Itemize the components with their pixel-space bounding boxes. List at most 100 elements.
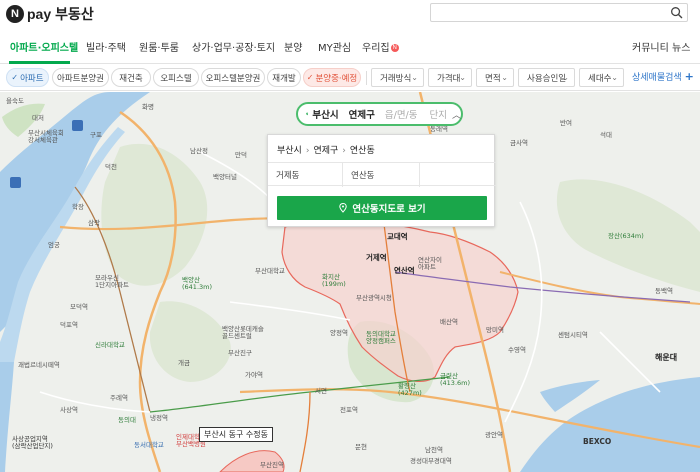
map-label-namsan: 남산정	[190, 147, 208, 155]
map-label-busanjin-gu: 부산진구	[228, 349, 252, 357]
chevron-down-icon: ⌄	[459, 73, 466, 82]
map-label-sasang-industrial: 사상공업지역 (삼락산업단지)	[12, 435, 53, 451]
chip-apt-presale-right[interactable]: 아파트분양권	[52, 68, 109, 87]
map-label-gupo: 구포	[90, 131, 102, 139]
dropdown-households[interactable]: 세대수 ⌄	[579, 68, 624, 87]
chip-presale-upcoming-label: 분양중·예정	[315, 73, 358, 84]
chip-apartment[interactable]: ✓ 아파트	[6, 68, 49, 87]
chevron-down-icon: ⌄	[411, 73, 418, 82]
dong-list: 거제동 연산동	[268, 162, 496, 187]
chevron-up-icon[interactable]: ︿	[452, 108, 461, 121]
dropdown-trade-type-label: 거래방식	[380, 73, 412, 84]
nav-our-home-label: 우리집	[362, 43, 390, 54]
breadcrumb-district[interactable]: 연제구	[313, 146, 338, 156]
check-icon: ✓	[11, 73, 19, 82]
filter-divider	[366, 71, 367, 85]
dropdown-price-label: 가격대	[437, 73, 461, 84]
region-selector[interactable]: 부산시 연제구 읍/면/동 단지 ︿	[296, 102, 463, 126]
map-label-yeonsan-apt: 연산자이 아파트	[418, 256, 442, 272]
view-dong-map-label: 연산동지도로 보기	[352, 204, 426, 215]
chip-reconstruction[interactable]: 재건축	[111, 68, 151, 87]
chip-officetel-presale-right[interactable]: 오피스텔분양권	[201, 68, 265, 87]
plus-icon: +	[684, 70, 694, 83]
breadcrumb-dong[interactable]: 연산동	[350, 146, 375, 156]
chevron-down-icon: ⌄	[501, 73, 508, 82]
dong-item-yeonsan[interactable]: 연산동	[342, 163, 419, 187]
search-icon[interactable]	[670, 6, 683, 19]
dropdown-area[interactable]: 면적 ⌄	[476, 68, 514, 87]
top-header: N pay 부동산	[0, 0, 700, 28]
detail-search-link[interactable]: 상세매물검색 +	[632, 70, 694, 83]
dropdown-price[interactable]: 가격대 ⌄	[428, 68, 472, 87]
dropdown-households-label: 세대수	[588, 73, 612, 84]
nav-oneroom-tworoom[interactable]: 원룸·투룸	[139, 39, 179, 54]
map-label-moraeushin: 모라우신 1단지아파트	[95, 274, 130, 290]
nav-news[interactable]: 뉴스	[672, 39, 690, 54]
map-label-hwangnyeong: 황령산 (427m)	[398, 382, 422, 398]
map-label-geumnyeon: 금련산 (413.6m)	[440, 372, 471, 388]
map-label-yangjeong: 양정역	[330, 329, 348, 337]
map-label-kyungsung: 경성대부경대역	[410, 457, 452, 465]
dropdown-approval-date[interactable]: 사용승인일 ⌄	[518, 68, 575, 87]
map-label-gaegeum: 개금	[178, 359, 190, 367]
map-label-daejeo: 대저	[32, 114, 44, 122]
nav-apt-officetel[interactable]: 아파트·오피스텔	[10, 39, 78, 54]
map-label-bexco: BEXCO	[583, 437, 612, 446]
map-label-baesan: 배산역	[440, 318, 458, 326]
region-dropdown-panel: 부산시 › 연제구 › 연산동 거제동 연산동 연산동지도로 보기	[267, 134, 496, 227]
map-label-jangsan: 장산(634m)	[608, 232, 644, 240]
map-label-city-hall: 부산광역시청	[356, 294, 392, 302]
naver-pay-logo[interactable]: N pay 부동산	[6, 4, 94, 24]
nav-my-interest[interactable]: MY관심	[318, 39, 351, 54]
map-label-gwangan: 광안역	[485, 431, 503, 439]
chevron-down-icon: ⌄	[562, 73, 569, 82]
breadcrumb-city[interactable]: 부산시	[277, 146, 302, 156]
region-city[interactable]: 부산시	[312, 107, 338, 121]
new-badge: N	[390, 44, 399, 52]
region-district[interactable]: 연제구	[349, 107, 375, 121]
region-complex-tab[interactable]: 단지	[430, 107, 447, 121]
map-label-banyeo: 반여	[560, 119, 572, 127]
map-label-haeundae: 해운대	[655, 353, 678, 362]
map-label-mangmi: 망미역	[486, 326, 504, 334]
dropdown-trade-type[interactable]: 거래방식 ⌄	[371, 68, 424, 87]
nav-our-home[interactable]: 우리집 N	[362, 39, 399, 54]
breadcrumb-separator-icon: ›	[342, 146, 346, 156]
location-pin-icon	[306, 112, 309, 116]
map-label-munhyeon: 문현	[355, 443, 367, 451]
region-dong-tab[interactable]: 읍/면/동	[385, 107, 418, 121]
nav-presale[interactable]: 분양	[284, 39, 302, 54]
chip-apartment-label: 아파트	[20, 73, 44, 84]
chip-presale-upcoming[interactable]: ✓ 분양중·예정	[303, 68, 361, 87]
map-label-hwamyeong: 화명	[142, 103, 154, 111]
map-label-busan-sports: 부산시체육회 강서체육관	[28, 129, 64, 145]
detail-search-label: 상세매물검색	[632, 73, 682, 83]
view-dong-map-button[interactable]: 연산동지도로 보기	[277, 196, 487, 220]
dong-item-geoje[interactable]: 거제동	[268, 163, 342, 187]
map-label-dongeui-yangjeong: 동의대학교 양정캠퍼스	[366, 330, 396, 346]
map-label-hakjang: 학장	[72, 203, 84, 211]
map-label-baekyang-tunnel: 백양터널	[213, 173, 237, 181]
nav-active-underline	[9, 61, 70, 64]
map-label-seomyeon: 서면	[315, 387, 327, 395]
logo-n-mark: N	[6, 5, 24, 23]
chip-redevelopment[interactable]: 재개발	[267, 68, 301, 87]
search-input[interactable]	[431, 8, 661, 25]
map-label-gyodae: 교대역	[387, 232, 408, 241]
chip-officetel[interactable]: 오피스텔	[153, 68, 199, 87]
location-pin-icon	[339, 203, 348, 213]
main-nav: 아파트·오피스텔 빌라·주택 원룸·투룸 상가·업무·공장·토지 분양 MY관심…	[0, 30, 700, 64]
nav-store-office-land[interactable]: 상가·업무·공장·토지	[192, 39, 275, 54]
map-label-eulsukdo: 을숙도	[6, 97, 24, 105]
map-label-jurye: 주례역	[110, 394, 128, 402]
filter-bar: ✓ 아파트 아파트분양권 재건축 오피스텔 오피스텔분양권 재개발 ✓ 분양중·예정…	[0, 65, 700, 91]
logo-pay-text: pay	[27, 6, 52, 22]
map-label-hwaji-mountain: 화지산 (199m)	[322, 273, 346, 289]
nav-villa-house[interactable]: 빌라·주택	[86, 39, 126, 54]
map-tooltip: 부산시 동구 수정동	[199, 427, 273, 442]
map-label-gwaebeop: 괘법르네시떼역	[18, 361, 60, 369]
nav-community[interactable]: 커뮤니티	[632, 39, 669, 54]
search-box[interactable]	[430, 3, 688, 25]
map-label-samrak: 삼락	[88, 219, 100, 227]
map-label-dongeui: 동의대	[118, 416, 136, 424]
